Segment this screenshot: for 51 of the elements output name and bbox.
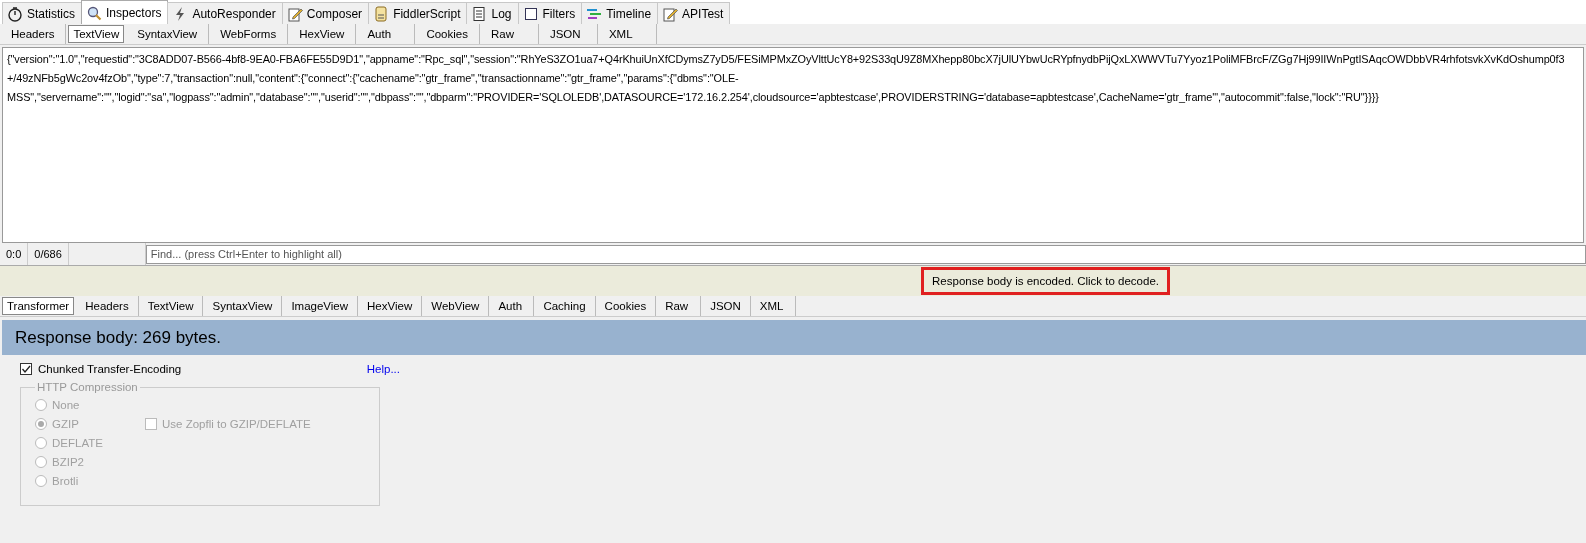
chunked-checkbox[interactable]: Chunked Transfer-Encoding [20, 363, 182, 375]
tab[interactable]: AutoResponder [167, 2, 283, 24]
tab[interactable]: Statistics [2, 2, 82, 24]
tab[interactable]: Caching [534, 296, 596, 316]
response-size-header: Response body: 269 bytes. [2, 320, 1586, 355]
tab[interactable]: Composer [281, 2, 370, 24]
pencil-note-icon [662, 5, 679, 22]
tab[interactable]: Raw [656, 296, 702, 316]
character-count: 0/686 [28, 243, 69, 265]
tab[interactable]: Headers [0, 24, 67, 44]
tab[interactable]: Filters [517, 2, 583, 24]
magnifier-icon [86, 4, 102, 21]
tab[interactable]: Timeline [581, 2, 659, 24]
tab[interactable]: Auth [489, 296, 535, 316]
tab[interactable]: JSON [538, 24, 598, 44]
pencil-note-icon [286, 5, 303, 22]
tab[interactable]: ImageView [282, 296, 359, 316]
tab[interactable]: WebForms [209, 24, 289, 44]
tab[interactable]: XML [750, 296, 796, 316]
tab[interactable]: Log [466, 2, 519, 24]
tab[interactable]: Transformer [2, 297, 75, 315]
find-field[interactable]: Find... (press Ctrl+Enter to highlight all) [145, 244, 1586, 264]
tab[interactable]: SyntaxView [203, 296, 283, 316]
tab[interactable]: JSON [701, 296, 751, 316]
tab[interactable]: WebView [422, 296, 490, 316]
tab[interactable]: XML [597, 24, 657, 44]
document-icon [471, 5, 488, 22]
script-icon [373, 5, 390, 22]
group-title: HTTP Compression [36, 381, 139, 393]
help-link[interactable]: Help... [366, 363, 400, 375]
stopwatch-icon [7, 5, 23, 22]
decode-notice[interactable]: Response body is encoded. Click to decode. [921, 267, 1170, 295]
tab[interactable]: HexView [358, 296, 423, 316]
tab[interactable]: Cookies [595, 296, 657, 316]
tab[interactable]: HexView [288, 24, 357, 44]
tab[interactable]: Auth [356, 24, 416, 44]
tab[interactable]: Cookies [415, 24, 480, 44]
tab[interactable]: Raw [479, 24, 539, 44]
cursor-position: 0:0 [0, 243, 29, 265]
check-icon [21, 364, 31, 374]
tab[interactable]: TextView [138, 296, 204, 316]
tab[interactable]: SyntaxView [126, 24, 210, 44]
tab[interactable]: TextView [68, 25, 125, 43]
text-line: +/49zNFb5gWc2ov4fzOb","type":7,"transaction":null,"content":{"connect":{"cachename":"gtr_frame","transactionname":"gtr_frame","params":{"dbms":"OLE- [7, 71, 739, 86]
tab[interactable]: Headers [76, 296, 139, 316]
tab[interactable]: FiddlerScript [368, 2, 468, 24]
text-line: {"version":"1.0","requestid":"3C8ADD07-B566-4bf8-9EA0-FBA6FE55D9D1","appname":"Rpc_sql","session":"RhYeS3ZO1ua7+Q4rKhuiUnXfCDymsZ7yD5/FESiMPMxZOyVlttUcY8+92S33qU9Z8MXhepp80bcX7jUlUYbwUcRYpfnydbPijQxLXWWVTu7Yyoz1PoliMFBrcF/ZGg7Hj99IIWnPgtISAqcOWDbbVR4rhfotsvkXvKdOshump0f3 [7, 52, 1565, 67]
text-line: MSS","servername":"","logid":"sa","logpass":"admin","database":"","userid":"","dbpass":"","dbparm":"PROVIDER='SQLOLEDB',DATASOURCE='172.16.2.254',cloudsource='apbtestcase',PROVIDERSTRING='database=apbtestcase',CacheName='gtr_frame'","autocommit":false,"lock":"RU"}}}} [7, 90, 1379, 105]
square-icon [522, 5, 539, 22]
tab[interactable]: Inspectors [81, 0, 169, 24]
tab[interactable]: APITest [657, 2, 731, 24]
